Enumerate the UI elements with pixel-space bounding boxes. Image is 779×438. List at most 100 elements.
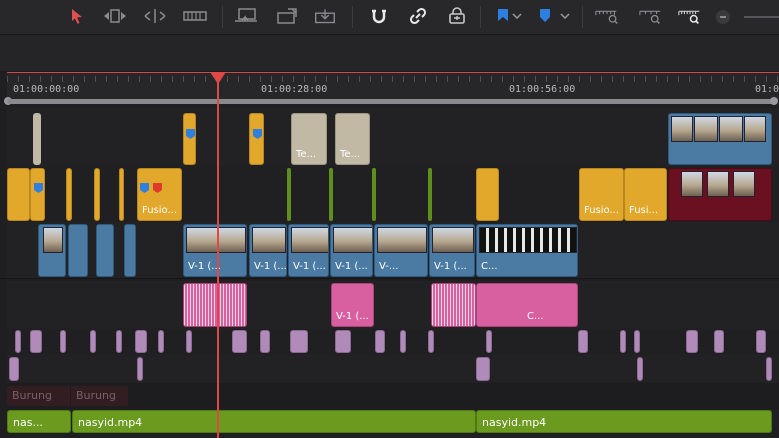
timeline-scrollbar[interactable]	[7, 99, 775, 104]
timeline-toolbar	[0, 0, 779, 35]
audio-track-2	[7, 329, 779, 355]
video-clip[interactable]	[119, 168, 124, 221]
zoom-out-button[interactable]	[716, 10, 730, 24]
audio-clip[interactable]	[290, 330, 308, 353]
timecode-label: 01:00:28:00	[261, 84, 328, 95]
audio-clip[interactable]	[90, 330, 96, 353]
audio-clip[interactable]	[431, 283, 476, 327]
video-clip[interactable]	[96, 224, 114, 277]
dynamic-trim-button[interactable]	[142, 5, 168, 27]
audio-clip[interactable]	[186, 330, 192, 353]
audio-clip[interactable]	[756, 330, 766, 353]
music-clip[interactable]: nas...	[7, 410, 71, 433]
video-clip[interactable]	[30, 168, 45, 221]
audio-clip[interactable]	[714, 330, 724, 353]
marker-dropdown[interactable]	[558, 5, 572, 27]
blade-icon	[183, 11, 207, 21]
marker-button[interactable]	[532, 5, 558, 27]
video-clip[interactable]: V-...	[374, 224, 428, 277]
audio-clip[interactable]	[135, 330, 147, 353]
video-clip[interactable]	[7, 168, 30, 221]
replace-clip-button[interactable]	[312, 5, 338, 27]
video-clip[interactable]: V-1 (...	[249, 224, 287, 277]
video-clip[interactable]	[66, 168, 72, 221]
audio-clip-burung[interactable]: Burung	[71, 386, 128, 406]
fusion-clip[interactable]: Fusio...	[579, 168, 624, 221]
blade-tool-button[interactable]	[182, 5, 208, 27]
zoom-detail-button[interactable]	[638, 5, 664, 27]
video-clip[interactable]	[124, 224, 136, 277]
flag-dropdown[interactable]	[510, 5, 524, 27]
audio-clip[interactable]	[183, 283, 247, 327]
audio-clip[interactable]	[116, 330, 122, 353]
video-clip[interactable]	[668, 113, 772, 165]
music-clip[interactable]: nasyid.mp4	[72, 410, 476, 433]
audio-clip[interactable]	[158, 330, 164, 353]
video-clip[interactable]	[94, 168, 100, 221]
audio-clip[interactable]	[766, 357, 772, 381]
audio-clip[interactable]	[335, 330, 351, 353]
insert-clip-button[interactable]	[233, 5, 259, 27]
marker-icon	[34, 183, 43, 193]
music-clip[interactable]: nasyid.mp4	[476, 410, 772, 433]
audio-clip-burung[interactable]: Burung	[7, 386, 70, 406]
audio-clip[interactable]	[578, 330, 588, 353]
audio-clip[interactable]	[9, 357, 19, 381]
video-clip[interactable]	[287, 168, 291, 221]
audio-clip[interactable]	[260, 330, 270, 353]
video-clip[interactable]: V-1 (...	[288, 224, 329, 277]
zoom-custom-icon	[678, 10, 700, 25]
video-clip[interactable]	[68, 224, 88, 277]
fusion-clip[interactable]: Fusio...	[137, 168, 182, 221]
audio-clip[interactable]	[60, 330, 66, 353]
audio-clip[interactable]	[375, 330, 385, 353]
video-clip[interactable]	[329, 168, 333, 221]
audio-clip[interactable]	[15, 330, 21, 353]
overwrite-clip-button[interactable]	[274, 5, 300, 27]
trim-tool-button[interactable]	[102, 5, 128, 27]
audio-clip[interactable]	[137, 357, 143, 381]
audio-clip[interactable]	[400, 330, 406, 353]
audio-clip[interactable]	[30, 330, 42, 353]
video-clip[interactable]	[33, 113, 41, 165]
video-clip[interactable]: V-1 (...	[183, 224, 247, 277]
audio-clip[interactable]	[486, 330, 492, 353]
minus-icon	[720, 16, 726, 18]
timecode-label: 01:00:00:00	[13, 84, 80, 95]
zoom-full-button[interactable]	[594, 5, 620, 27]
audio-clip[interactable]	[686, 330, 698, 353]
audio-clip[interactable]	[476, 357, 490, 381]
audio-clip[interactable]	[620, 330, 626, 353]
audio-clip[interactable]: C...	[476, 283, 578, 327]
pointer-tool-button[interactable]	[64, 5, 90, 27]
audio-clip[interactable]	[232, 330, 247, 353]
video-clip[interactable]: V-1 (...	[330, 224, 373, 277]
snapping-toggle[interactable]	[366, 5, 392, 27]
video-clip[interactable]	[249, 113, 264, 165]
video-clip[interactable]	[372, 168, 376, 221]
timecode-ruler[interactable]: 01:00:00:00 01:00:28:00 01:00:56:00 01:0	[7, 72, 779, 100]
zoom-slider[interactable]	[744, 16, 779, 18]
video-clip[interactable]: C...	[476, 224, 578, 277]
video-clip[interactable]	[38, 224, 66, 277]
video-track-3	[7, 108, 779, 166]
playhead[interactable]	[217, 72, 219, 438]
title-clip[interactable]: Te...	[291, 113, 327, 165]
video-clip[interactable]	[476, 168, 499, 221]
position-lock-toggle[interactable]	[444, 5, 470, 27]
scroll-handle-right[interactable]	[770, 97, 778, 105]
video-clip[interactable]	[428, 168, 432, 221]
linked-selection-toggle[interactable]	[405, 5, 431, 27]
video-clip[interactable]	[183, 113, 196, 165]
zoom-custom-button[interactable]	[677, 5, 703, 27]
dynamic-trim-icon	[144, 9, 166, 23]
audio-clip[interactable]	[634, 330, 640, 353]
audio-clip[interactable]: V-1 (...	[331, 283, 374, 327]
insert-icon	[235, 8, 257, 22]
audio-clip[interactable]	[637, 357, 643, 381]
title-clip[interactable]: Te...	[335, 113, 370, 165]
fusion-clip[interactable]: Fusi...	[624, 168, 667, 221]
video-clip[interactable]: V-1 (...	[429, 224, 475, 277]
audio-clip[interactable]	[428, 330, 434, 353]
video-clip[interactable]	[668, 168, 772, 221]
